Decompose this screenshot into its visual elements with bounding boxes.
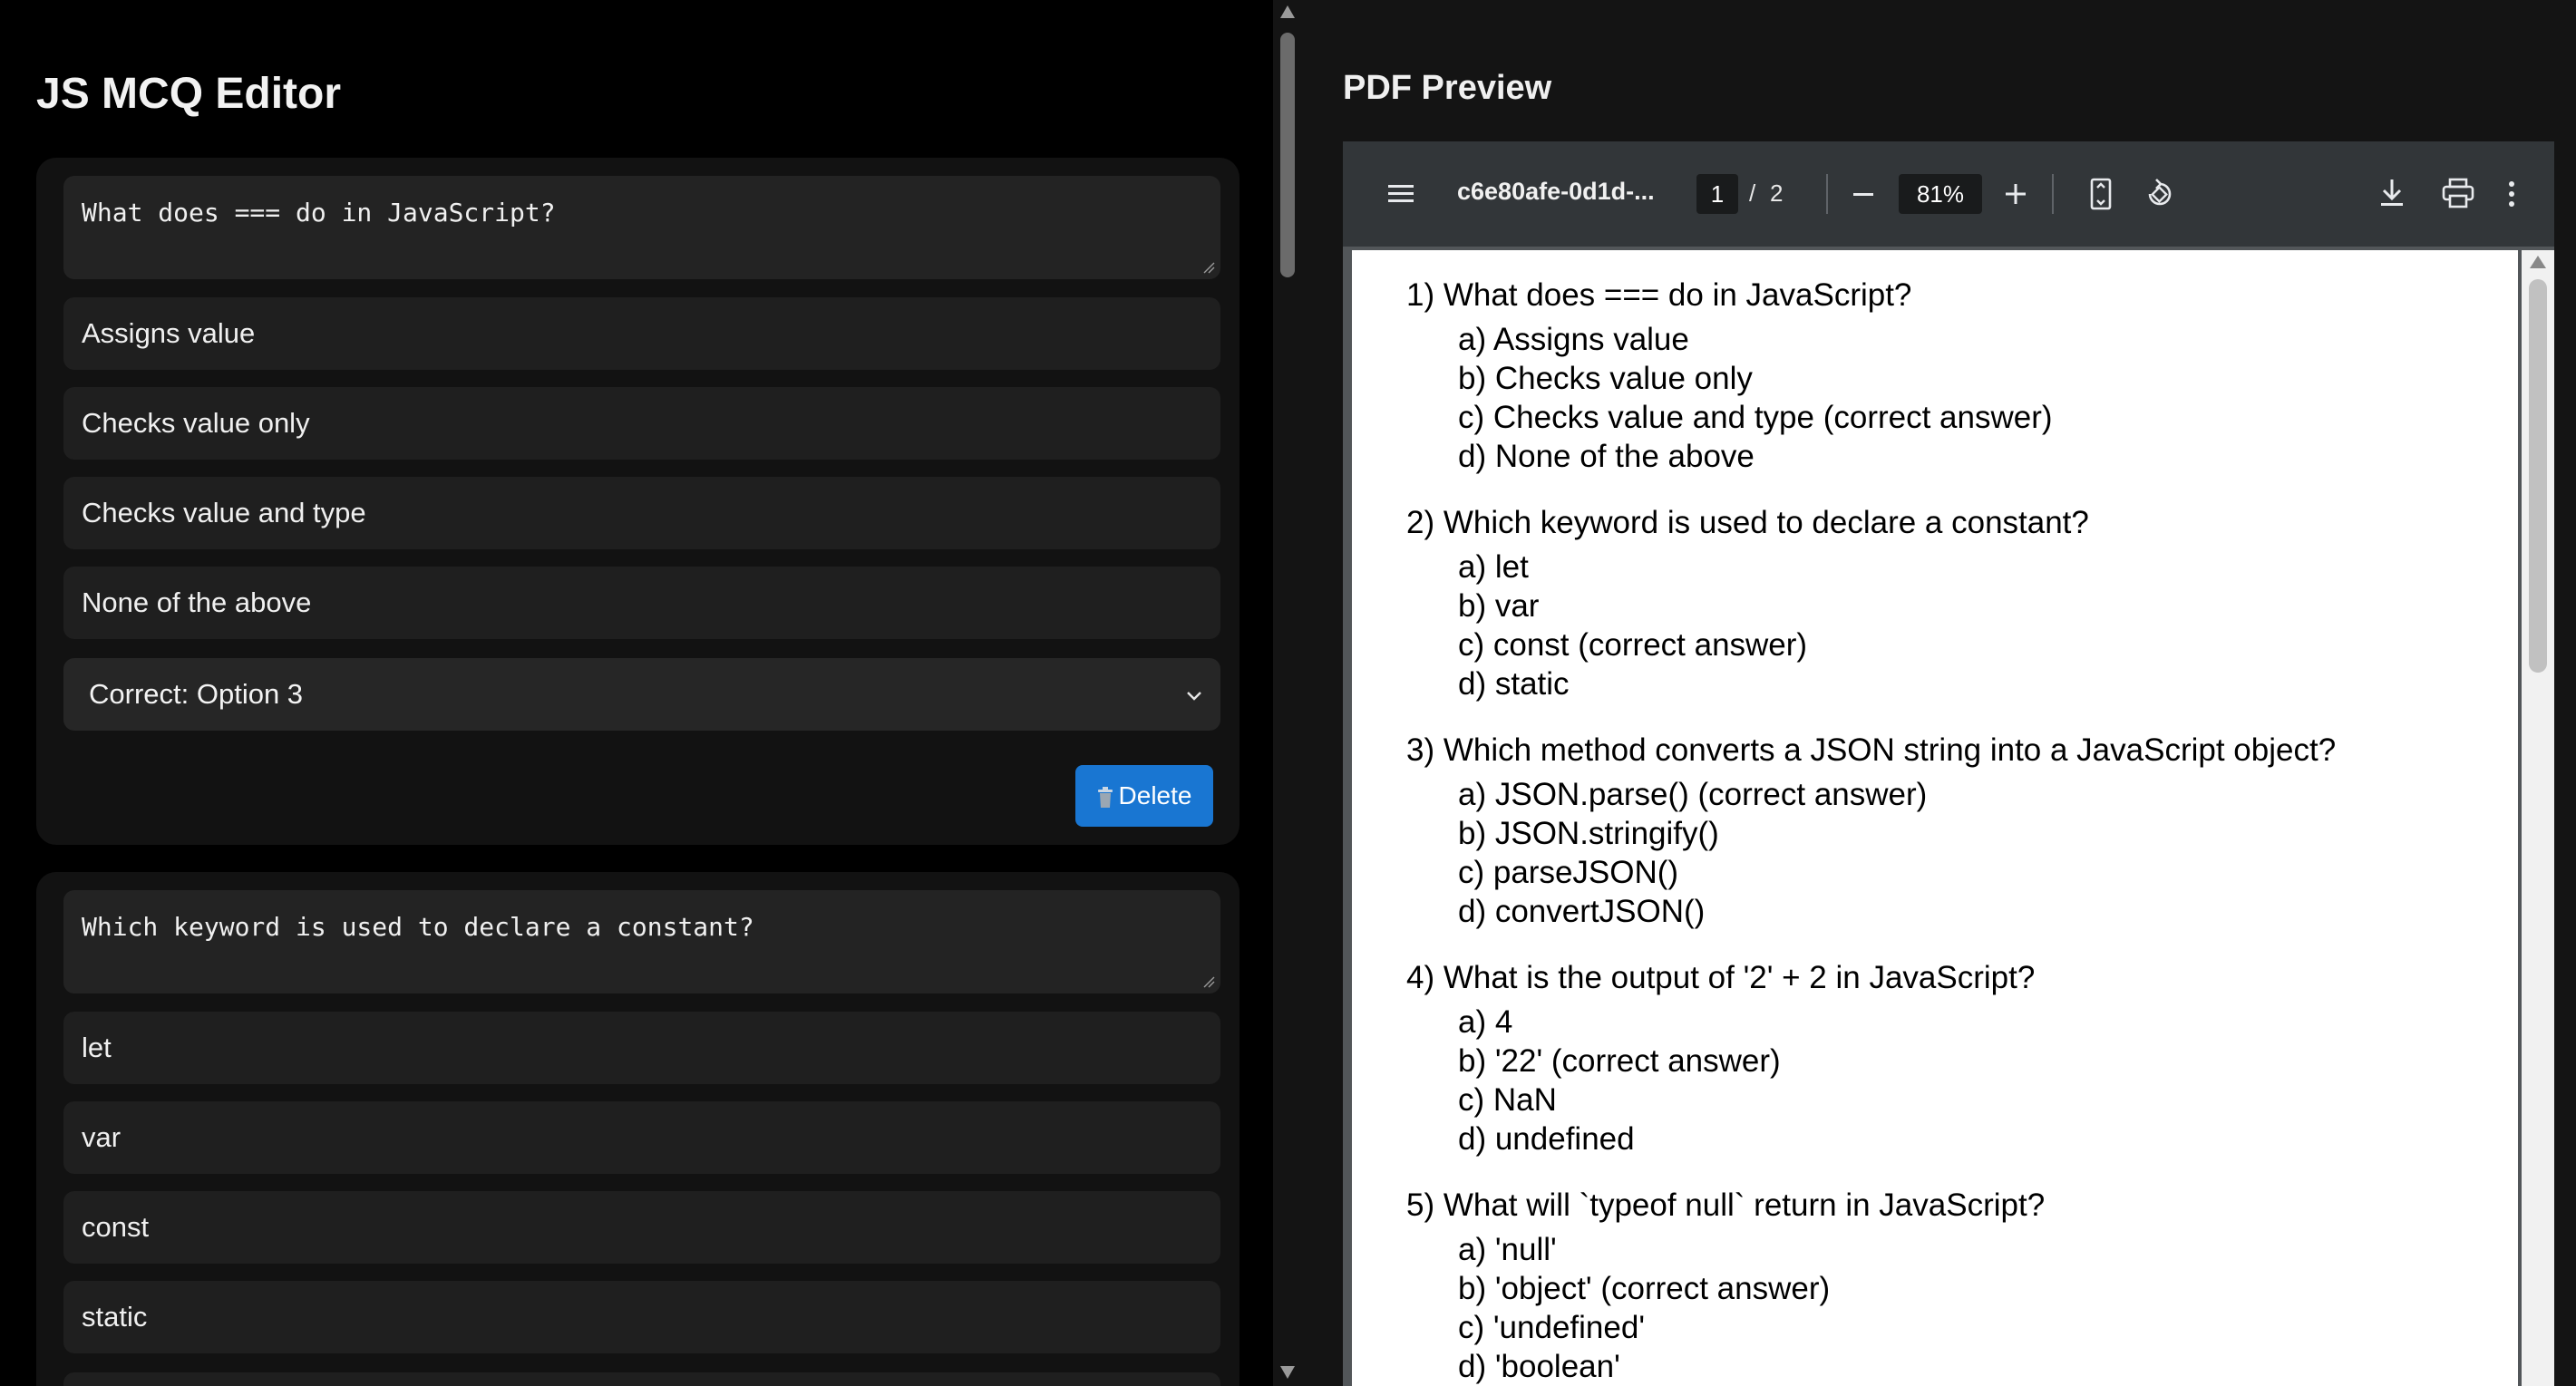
- pdf-answer: a) JSON.parse() (correct answer): [1458, 777, 1928, 812]
- toolbar-divider: [1826, 174, 1828, 214]
- preview-title: PDF Preview: [1343, 69, 1552, 107]
- pdf-scrollbar[interactable]: [2522, 250, 2554, 1386]
- pdf-answer: b) Checks value only: [1458, 361, 1753, 396]
- document-title: c6e80afe-0d1d-...: [1457, 178, 1655, 205]
- pdf-answer: c) NaN: [1458, 1082, 1557, 1118]
- pdf-question: 2) Which keyword is used to declare a co…: [1406, 505, 2089, 540]
- pdf-question: 3) Which method converts a JSON string i…: [1406, 732, 2337, 768]
- question-textarea[interactable]: Which keyword is used to declare a const…: [63, 890, 1220, 993]
- option-input-3[interactable]: Checks value and type: [63, 477, 1220, 549]
- pdf-answer: d) 'boolean': [1458, 1349, 1620, 1384]
- question-card: What does === do in JavaScript? Assigns …: [36, 158, 1239, 845]
- pdf-page: 1) What does === do in JavaScript? a) As…: [1352, 250, 2518, 1386]
- pdf-preview-panel: PDF Preview c6e80afe-0d1d-... 1 / 2 81%: [1302, 0, 2576, 1386]
- pdf-answer: b) var: [1458, 588, 1540, 624]
- scroll-up-arrow-icon[interactable]: [1280, 5, 1295, 18]
- toolbar-divider: [2052, 174, 2054, 214]
- option-value: None of the above: [82, 586, 312, 618]
- download-icon[interactable]: [2378, 178, 2406, 208]
- resize-grip-icon[interactable]: [1202, 261, 1215, 274]
- editor-title: JS MCQ Editor: [36, 70, 342, 118]
- option-value: Checks value only: [82, 407, 310, 439]
- page-total: 2: [1770, 179, 1784, 207]
- option-input-partial[interactable]: [63, 1372, 1220, 1386]
- zoom-out-icon[interactable]: [1851, 183, 1876, 205]
- print-icon[interactable]: [2442, 178, 2474, 208]
- pdf-answer: c) parseJSON(): [1458, 855, 1679, 890]
- pdf-question: 5) What will `typeof null` return in Jav…: [1406, 1187, 2046, 1223]
- trash-icon: [1097, 786, 1113, 808]
- page-number-input[interactable]: 1: [1696, 174, 1738, 214]
- mcq-editor-panel: JS MCQ Editor What does === do in JavaSc…: [0, 0, 1273, 1386]
- option-value: Checks value and type: [82, 497, 366, 528]
- pdf-answer: d) static: [1458, 666, 1570, 702]
- scroll-up-arrow-icon[interactable]: [2530, 256, 2546, 268]
- pdf-viewer: c6e80afe-0d1d-... 1 / 2 81% 1) What does…: [1343, 141, 2554, 1386]
- more-options-icon[interactable]: [2507, 179, 2516, 208]
- editor-scrollbar[interactable]: [1273, 0, 1302, 1386]
- scrollbar-thumb[interactable]: [2529, 279, 2547, 673]
- zoom-level-input[interactable]: 81%: [1899, 174, 1982, 214]
- pdf-answer: d) convertJSON(): [1458, 894, 1706, 929]
- pdf-answer: c) const (correct answer): [1458, 627, 1808, 663]
- pdf-answer: a) Assigns value: [1458, 322, 1689, 357]
- pdf-answer: c) Checks value and type (correct answer…: [1458, 400, 2053, 435]
- pdf-answer: a) let: [1458, 549, 1529, 585]
- scrollbar-thumb[interactable]: [1280, 33, 1295, 277]
- scroll-down-arrow-icon[interactable]: [1280, 1366, 1295, 1379]
- menu-icon[interactable]: [1386, 181, 1415, 207]
- pdf-question: 4) What is the output of '2' + 2 in Java…: [1406, 960, 2036, 995]
- rotate-icon[interactable]: [2143, 178, 2177, 210]
- option-input-2[interactable]: Checks value only: [63, 387, 1220, 460]
- option-input-3[interactable]: const: [63, 1191, 1220, 1264]
- pdf-answer: d) undefined: [1458, 1121, 1635, 1157]
- option-value: let: [82, 1032, 112, 1063]
- delete-button[interactable]: Delete: [1075, 765, 1213, 827]
- pdf-question: 1) What does === do in JavaScript?: [1406, 277, 1912, 313]
- question-card: Which keyword is used to declare a const…: [36, 872, 1239, 1386]
- option-input-4[interactable]: static: [63, 1281, 1220, 1353]
- option-value: var: [82, 1121, 122, 1153]
- option-input-2[interactable]: var: [63, 1101, 1220, 1174]
- fit-to-page-icon[interactable]: [2088, 178, 2114, 210]
- option-input-1[interactable]: Assigns value: [63, 297, 1220, 370]
- pdf-answer: b) '22' (correct answer): [1458, 1043, 1781, 1079]
- option-value: Assigns value: [82, 317, 256, 349]
- pdf-answer: a) 4: [1458, 1004, 1513, 1040]
- option-value: static: [82, 1301, 148, 1333]
- chevron-down-icon: [1187, 692, 1201, 701]
- pdf-toolbar: c6e80afe-0d1d-... 1 / 2 81%: [1343, 141, 2554, 247]
- pdf-answer: b) JSON.stringify(): [1458, 816, 1719, 851]
- option-value: const: [82, 1211, 150, 1243]
- delete-label: Delete: [1118, 781, 1192, 809]
- resize-grip-icon[interactable]: [1202, 975, 1215, 988]
- page-separator: /: [1749, 179, 1756, 207]
- pdf-answer: a) 'null': [1458, 1232, 1557, 1267]
- question-textarea[interactable]: What does === do in JavaScript?: [63, 176, 1220, 279]
- correct-answer-select[interactable]: Correct: Option 3: [63, 658, 1220, 731]
- zoom-in-icon[interactable]: [2003, 181, 2028, 207]
- option-input-1[interactable]: let: [63, 1012, 1220, 1084]
- question-text: Which keyword is used to declare a const…: [82, 912, 754, 942]
- option-input-4[interactable]: None of the above: [63, 567, 1220, 639]
- pdf-answer: d) None of the above: [1458, 439, 1755, 474]
- correct-answer-value: Correct: Option 3: [89, 678, 304, 710]
- question-text: What does === do in JavaScript?: [82, 198, 556, 228]
- pdf-answer: c) 'undefined': [1458, 1310, 1646, 1345]
- pdf-answer: b) 'object' (correct answer): [1458, 1271, 1831, 1306]
